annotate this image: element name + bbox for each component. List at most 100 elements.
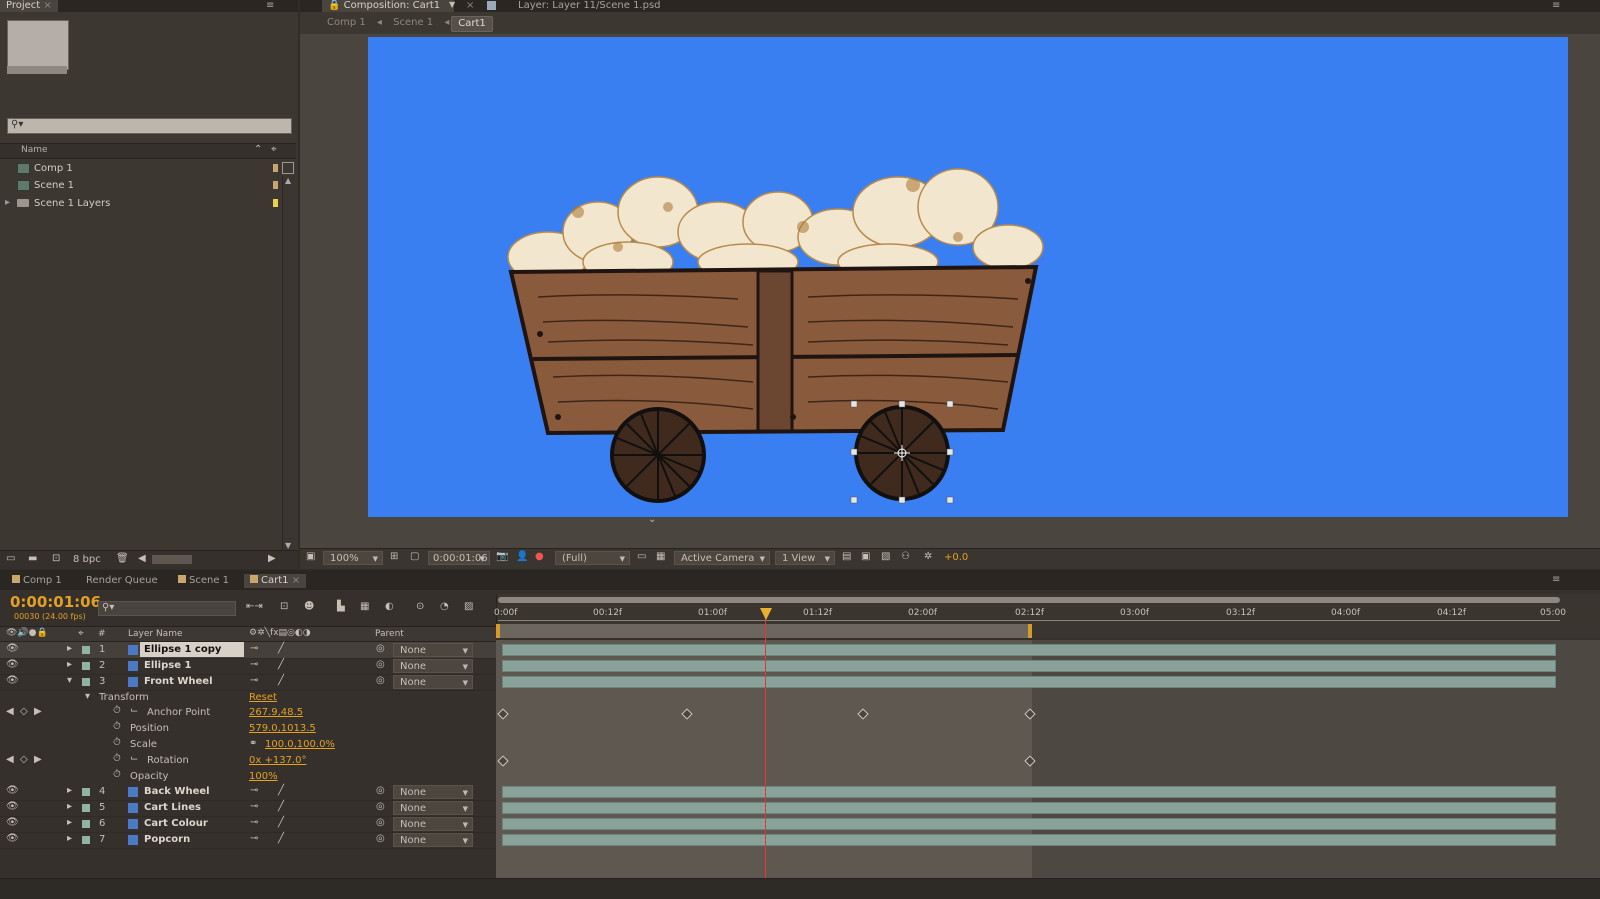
stopwatch-icon[interactable]: ⏱ (113, 737, 121, 748)
panel-menu-icon[interactable]: ≡ (266, 0, 274, 11)
label-color-swatch[interactable] (82, 836, 90, 844)
expand-triangle-icon[interactable]: ▸ (67, 801, 72, 812)
layer-duration-bar[interactable] (502, 818, 1556, 830)
transform-group-row[interactable]: ▾ Transform Reset (0, 690, 496, 706)
layer-duration-bar[interactable] (502, 660, 1556, 672)
flowchart-icon[interactable]: ⚇ (901, 551, 910, 562)
resolution-dropdown[interactable]: (Full) (555, 551, 630, 566)
current-time-display[interactable]: 0:00:01:06 (10, 593, 101, 611)
stopwatch-active-icon[interactable]: ⏱ (113, 705, 121, 716)
eye-icon[interactable]: 👁 (6, 817, 19, 828)
layer-duration-bar[interactable] (502, 834, 1556, 846)
draft-3d-icon[interactable]: ⊡ (280, 601, 288, 612)
parent-pickwhip-icon[interactable]: ◎ (376, 675, 385, 686)
property-row[interactable]: ⏱ Position 579.0,1013.5 (0, 721, 496, 737)
eye-icon[interactable]: 👁 (6, 785, 19, 796)
property-row[interactable]: ◀ ◇ ▶ ⏱ ⌙ Anchor Point 267.9,48.5 (0, 705, 496, 721)
label-tag-icon[interactable]: ⌖ (271, 144, 277, 155)
parent-pickwhip-icon[interactable]: ◎ (376, 643, 385, 654)
property-value[interactable]: 100.0,100.0% (265, 739, 335, 750)
layer-duration-bar[interactable] (502, 676, 1556, 688)
project-search-input[interactable]: ⚲▾ (7, 118, 292, 134)
expand-triangle-icon[interactable]: ▸ (67, 659, 72, 670)
breadcrumb[interactable]: Comp 1 ◂ Scene 1 ◂ (327, 17, 457, 28)
auto-keyframe-icon[interactable]: ⊙ (416, 601, 424, 612)
label-color-swatch[interactable] (82, 646, 90, 654)
layer-name[interactable]: Front Wheel (144, 676, 213, 687)
dropdown-icon[interactable]: ▼ (449, 0, 455, 9)
shy-switch-icon[interactable]: ⊸ (250, 785, 258, 796)
collapse-switch-icon[interactable]: ╱ (278, 817, 284, 828)
layer-row[interactable]: 👁 ▸ 6 Cart Colour ⊸ ╱ ◎ None (0, 816, 496, 833)
close-icon[interactable]: × (292, 575, 300, 586)
transform-reset-link[interactable]: Reset (249, 692, 277, 703)
fast-previews-icon[interactable]: ▣ (861, 551, 870, 562)
collapse-switch-icon[interactable]: ╱ (278, 659, 284, 670)
label-color-swatch[interactable] (82, 678, 90, 686)
property-value[interactable]: 0x +137.0° (249, 755, 306, 766)
always-preview-icon[interactable]: ▣ (306, 551, 315, 562)
scroll-down-icon[interactable]: ▼ (285, 541, 291, 550)
timecode-field[interactable]: 0:00:01:06 (428, 551, 490, 566)
constrain-proportions-icon[interactable]: ⚭ (249, 738, 257, 749)
layer-row[interactable]: 👁 ▸ 1 Ellipse 1 copy ⊸ ╱ ◎ None (0, 642, 496, 659)
parent-pickwhip-icon[interactable]: ◎ (376, 833, 385, 844)
project-item[interactable]: Comp 1 (0, 160, 280, 176)
timeline-icon[interactable]: ▧ (881, 551, 890, 562)
layer-row[interactable]: 👁 ▸ 2 Ellipse 1 ⊸ ╱ ◎ None (0, 658, 496, 675)
horizontal-scrollbar[interactable] (152, 555, 192, 564)
frame-blending-icon[interactable]: ▙ (337, 601, 345, 612)
stopwatch-icon[interactable]: ⏱ (113, 769, 121, 780)
current-time-indicator[interactable] (765, 618, 766, 878)
toggle-pixel-aspect-icon[interactable]: ▤ (842, 551, 851, 562)
shy-switch-icon[interactable]: ⊸ (250, 659, 258, 670)
work-area-bar[interactable] (498, 597, 1560, 603)
column-layer-name[interactable]: Layer Name (128, 629, 183, 639)
shy-switch-icon[interactable]: ⊸ (250, 675, 258, 686)
hide-shy-layers-icon[interactable]: ☻ (304, 601, 314, 612)
tab-cart1[interactable]: Cart1 × (244, 574, 307, 588)
bit-depth-button[interactable]: 8 bpc (73, 554, 101, 565)
color-channels-icon[interactable]: ● (535, 551, 544, 562)
layer-row[interactable]: 👁 ▸ 5 Cart Lines ⊸ ╱ ◎ None (0, 800, 496, 817)
scroll-left-icon[interactable]: ◀ (138, 553, 146, 564)
scroll-right-icon[interactable]: ▶ (268, 553, 276, 564)
layer-duration-bar[interactable] (502, 786, 1556, 798)
exposure-reset-icon[interactable]: ✲ (924, 551, 932, 562)
expand-triangle-icon[interactable]: ▾ (85, 691, 90, 702)
stopwatch-active-icon[interactable]: ⏱ (113, 753, 121, 764)
snapshot-icon[interactable]: 📷 (496, 551, 508, 562)
project-item[interactable]: Scene 1 (0, 177, 280, 193)
new-composition-icon[interactable]: ⊡ (52, 553, 60, 564)
parent-dropdown[interactable]: None (393, 817, 473, 832)
layer-duration-bar[interactable] (502, 802, 1556, 814)
tab-render-queue[interactable]: Render Queue (80, 574, 164, 588)
layer-row[interactable]: 👁 ▸ 4 Back Wheel ⊸ ╱ ◎ None (0, 784, 496, 801)
tab-composition[interactable]: 🔒 Composition: Cart1 (322, 0, 454, 12)
collapse-switch-icon[interactable]: ╱ (278, 801, 284, 812)
add-keyframe-icon[interactable]: ◇ (20, 706, 28, 717)
collapse-switch-icon[interactable]: ╱ (278, 675, 284, 686)
view-layout-dropdown[interactable]: 1 View (775, 551, 835, 566)
region-of-interest-icon[interactable]: ▭ (637, 551, 646, 562)
current-time-indicator-head[interactable] (760, 608, 772, 620)
collapse-switch-icon[interactable]: ╱ (278, 785, 284, 796)
eye-icon[interactable]: 👁 (6, 801, 19, 812)
property-value[interactable]: 579.0,1013.5 (249, 723, 316, 734)
expand-triangle-icon[interactable]: ▸ (67, 833, 72, 844)
work-area-end-marker[interactable] (1028, 624, 1032, 638)
motion-blur-icon[interactable]: ▦ (360, 601, 369, 612)
tab-comp1[interactable]: Comp 1 (6, 574, 68, 588)
expand-triangle-icon[interactable]: ▸ (67, 643, 72, 654)
parent-dropdown[interactable]: None (393, 833, 473, 848)
exposure-value[interactable]: +0.0 (944, 552, 968, 563)
expand-triangle-icon[interactable]: ▾ (67, 675, 72, 686)
transparency-grid-icon[interactable]: ▦ (656, 551, 665, 562)
parent-dropdown[interactable]: None (393, 675, 473, 690)
breadcrumb-current[interactable]: Cart1 (451, 16, 493, 32)
next-keyframe-icon[interactable]: ▶ (34, 706, 42, 717)
layer-duration-bar[interactable] (502, 644, 1556, 656)
add-keyframe-icon[interactable]: ◇ (20, 754, 28, 765)
lock-icon[interactable]: 🔒 (328, 0, 340, 11)
shy-switch-icon[interactable]: ⊸ (250, 817, 258, 828)
